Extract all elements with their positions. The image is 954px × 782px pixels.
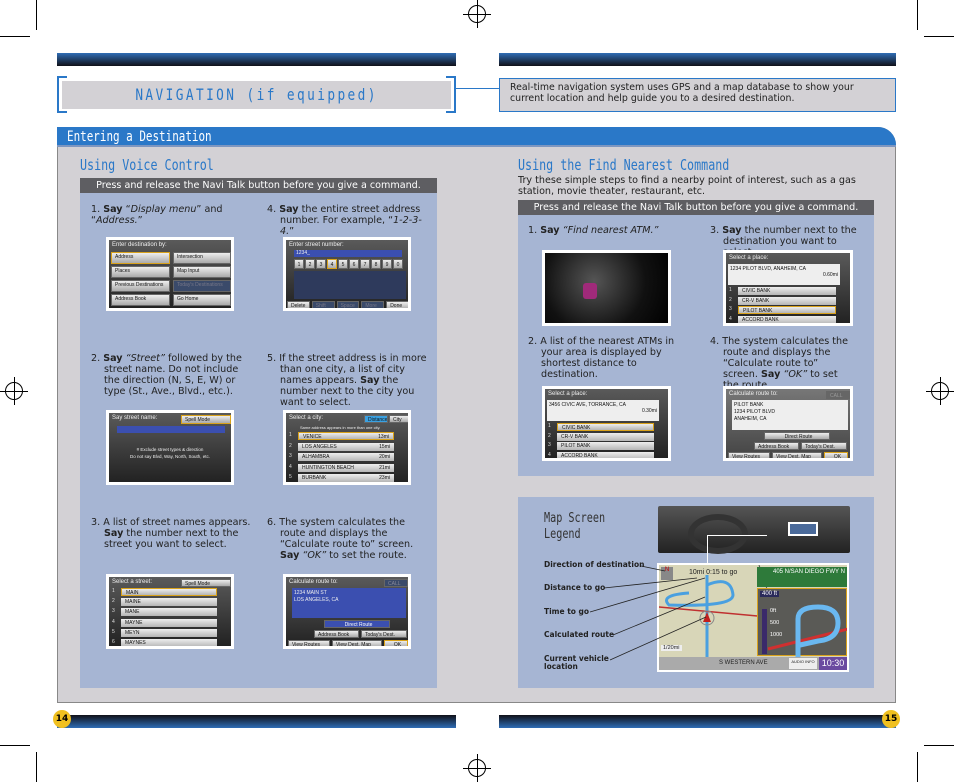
distance: 13mi: [378, 434, 389, 440]
intro-text: Real-time navigation system uses GPS and…: [510, 82, 854, 104]
voice-step-5: 5. If the street address is in more than…: [267, 353, 427, 408]
screen-item: ACCORD BANK: [738, 315, 836, 323]
crop-mark: [0, 36, 30, 37]
screen-item: BURBANK 23mi: [298, 474, 394, 482]
screen-select-place-atm: Select a place: 3456 CIVIC AVE, TORRANCE…: [542, 386, 671, 461]
page-title: NAVIGATION (if equipped): [135, 85, 378, 104]
screen-item: MANE: [121, 608, 217, 617]
screen-item: MAINE: [121, 598, 217, 607]
screen-item: PILOT BANK: [738, 306, 836, 314]
screen-item: MAIN: [121, 588, 217, 596]
voice-step-4: 4. Say the entire street address number.…: [267, 204, 422, 237]
connector-line: [456, 88, 499, 89]
screen-item: 0: [393, 259, 403, 269]
screen-street-number: Enter street number: 1234_ 1234567890 De…: [283, 237, 411, 311]
screen-item: ALHAMBRA 20mi: [298, 453, 394, 461]
screen-say-street: Say street name: Spell Mode # Exclude st…: [106, 410, 234, 485]
legend-label-route: Calculated route: [544, 630, 615, 639]
screen-item: MEYN: [121, 628, 217, 637]
screen-calculate-route: Calculate route to: CALL 1234 MAIN ST LOS…: [283, 574, 411, 649]
registration-mark: [463, 754, 491, 782]
page-number-right: 15: [882, 710, 900, 728]
nearest-step-1: 1. Say “Find nearest ATM.”: [528, 225, 659, 236]
nearest-step-4: 4. The system calculates the route and d…: [710, 336, 849, 391]
nearest-intro: Try these simple steps to find a nearby …: [518, 175, 856, 197]
screen-item: 4: [327, 259, 337, 269]
voice-banner: Press and release the Navi Talk button b…: [80, 178, 437, 193]
section-title: Entering a Destination: [67, 129, 212, 145]
crop-mark: [917, 752, 918, 782]
legend-label-time: Time to go: [544, 607, 590, 616]
steering-wheel-talk-button-photo: [542, 250, 671, 326]
screen-item: Shift: [311, 301, 335, 308]
distance: 20mi: [379, 454, 390, 460]
screen-item: CIVIC BANK: [557, 423, 654, 431]
screen-item: VENICE 13mi: [298, 432, 394, 440]
voice-step-1: 1. Say “Display menu” and “Address.”: [91, 204, 223, 226]
distance: 23mi: [379, 475, 390, 481]
registration-mark: [0, 377, 28, 405]
screen-select-street: Select a street: Spell Mode 1 MAIN 2 MAINE 3…: [106, 574, 234, 649]
section-header: Entering a Destination: [57, 127, 896, 147]
crop-mark: [36, 0, 37, 30]
screen-item: MAYNES: [121, 639, 217, 646]
screen-select-place: Select a place: 1234 PILOT BLVD, ANAHEIM…: [723, 250, 853, 326]
intro-box: Real-time navigation system uses GPS and…: [499, 78, 896, 112]
legend-label-vehicle: Current vehicle location: [544, 654, 609, 671]
nearest-banner: Press and release the Navi Talk button b…: [518, 200, 874, 215]
bottom-bar-right: [499, 715, 896, 728]
dashboard-photo: [658, 506, 850, 554]
map-screen: N 10mi 0:15 to go 405 N/SAN DIEGO FWY N …: [657, 563, 849, 672]
voice-heading: Using Voice Control: [80, 156, 214, 174]
page-number-left: 14: [53, 710, 71, 728]
screen-item: 2: [305, 259, 315, 269]
screen-item: 7: [360, 259, 370, 269]
crop-mark: [917, 0, 918, 30]
bottom-bar-left: [57, 715, 456, 728]
distance: 21mi: [379, 464, 390, 471]
screen-item: 5: [338, 259, 348, 269]
screen-item: CR-V BANK: [557, 432, 654, 441]
distance: 15mi: [379, 443, 390, 450]
screen-item: 3: [316, 259, 326, 269]
title-box: NAVIGATION (if equipped): [62, 81, 451, 109]
crop-mark: [36, 752, 37, 782]
screen-enter-destination: Enter destination by: Address Intersecti…: [106, 237, 234, 311]
screen-calculate-route-bank: Calculate route to: CALL PILOT BANK 1234 …: [723, 386, 853, 461]
voice-step-3: 3. A list of street names appears. Say t…: [91, 517, 251, 550]
crop-mark: [0, 745, 30, 746]
screen-item: Delete: [287, 301, 310, 308]
screen-item: More: [361, 301, 385, 308]
screen-item: LOS ANGELES 15mi: [298, 442, 394, 451]
screen-select-city: Select a city: Distance City Same addres…: [283, 410, 411, 485]
screen-item: HUNTINGTON BEACH 21mi: [298, 463, 394, 472]
crop-mark: [924, 36, 954, 37]
screen-item: Done: [386, 301, 408, 308]
screen-item: Space: [336, 301, 360, 308]
legend-label-direction: Direction of destination: [544, 560, 645, 569]
registration-mark: [926, 377, 954, 405]
crop-mark: [924, 745, 954, 746]
screen-item: ACCORD BANK: [557, 451, 654, 458]
screen-item: 6: [349, 259, 359, 269]
voice-step-2: 2. Say “Street” followed by the street n…: [91, 353, 242, 397]
legend-heading: Map Screen Legend: [544, 511, 606, 542]
screen-item: CIVIC BANK: [738, 287, 836, 295]
top-bar-left: [57, 53, 456, 66]
voice-step-6: 6. The system calculates the route and d…: [267, 517, 414, 561]
screen-item: MAYNE: [121, 618, 217, 627]
nearest-step-2: 2. A list of the nearest ATMs in your ar…: [528, 336, 675, 380]
nearest-heading: Using the Find Nearest Command: [518, 156, 730, 174]
screen-item: 9: [382, 259, 392, 269]
screen-item: PILOT BANK: [557, 442, 654, 450]
registration-mark: [463, 0, 491, 28]
screen-item: 8: [371, 259, 381, 269]
legend-label-distance: Distance to go: [544, 583, 606, 592]
screen-item: 1: [294, 259, 304, 269]
top-bar-right: [499, 53, 896, 66]
screen-item: CR-V BANK: [738, 296, 836, 305]
